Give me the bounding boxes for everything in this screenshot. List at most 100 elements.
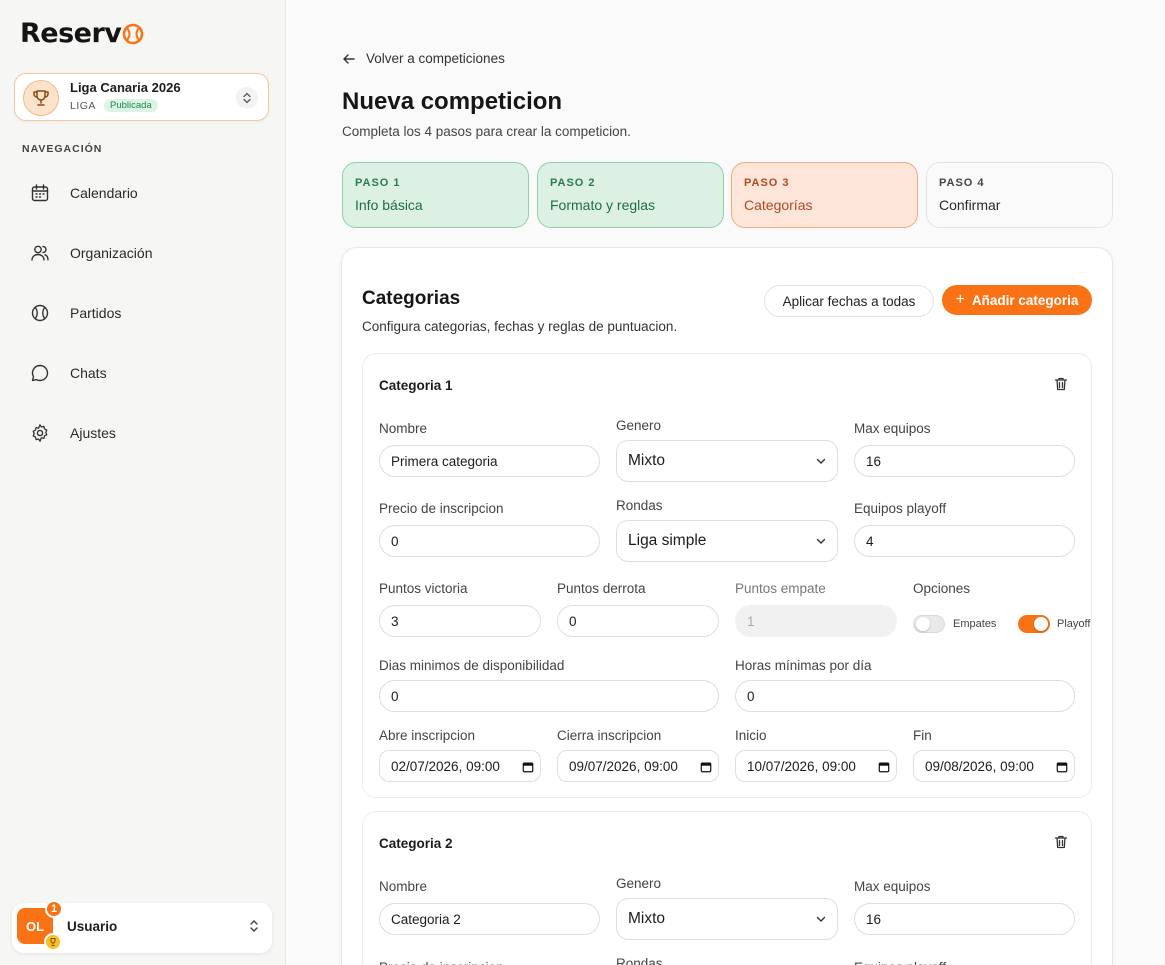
start-date-input[interactable]: 10/07/2026, 09:00 <box>735 750 897 782</box>
playoff-teams-input[interactable]: 4 <box>854 525 1075 557</box>
min-days-input[interactable]: 0 <box>379 680 719 712</box>
label-inicio: Inicio <box>735 728 767 743</box>
calendar-icon <box>698 760 712 774</box>
gender-select-value: Mixto <box>628 452 666 469</box>
sidebar-item-label: Calendario <box>70 185 138 201</box>
arrow-left-icon <box>343 53 355 64</box>
step-4[interactable]: PASO 4 Confirmar <box>926 162 1113 228</box>
category-title: Categoria 1 <box>379 378 453 393</box>
label-cierra: Cierra inscripcion <box>557 728 662 743</box>
gender-select[interactable]: Mixto <box>616 440 838 482</box>
page-subtitle: Completa los 4 pasos para crear la compe… <box>342 124 631 139</box>
tennis-ball-icon <box>123 23 144 44</box>
sidebar-item-ajustes[interactable]: Ajustes <box>20 413 270 453</box>
logo-text: Reserv <box>20 18 122 49</box>
label-puntos-empate: Puntos empate <box>735 581 826 596</box>
sidebar-item-label: Chats <box>70 365 107 381</box>
sidebar-item-label: Partidos <box>70 305 122 321</box>
loss-points-input[interactable]: 0 <box>557 605 719 637</box>
chevron-down-icon <box>816 458 826 464</box>
label-puntos-derrota: Puntos derrota <box>557 581 646 596</box>
apply-dates-button[interactable]: Aplicar fechas a todas <box>764 285 934 317</box>
sidebar-item-label: Organización <box>70 245 153 261</box>
calendar-icon <box>1054 760 1068 774</box>
registration-close-value: 09/07/2026, 09:00 <box>569 758 678 774</box>
back-link[interactable]: Volver a competiciones <box>342 51 505 66</box>
registration-open-value: 02/07/2026, 09:00 <box>391 758 500 774</box>
chevron-down-icon <box>816 538 826 544</box>
step-3[interactable]: PASO 3 Categorías <box>731 162 918 228</box>
trash-icon[interactable] <box>1053 376 1069 397</box>
max-teams-input[interactable]: 16 <box>854 445 1075 477</box>
chevron-updown-icon <box>248 918 260 939</box>
registration-close-input[interactable]: 09/07/2026, 09:00 <box>557 750 719 782</box>
step-2[interactable]: PASO 2 Formato y reglas <box>537 162 724 228</box>
label-nombre: Nombre <box>379 421 428 436</box>
calendar-icon <box>520 760 534 774</box>
sidebar-item-partidos[interactable]: Partidos <box>20 293 270 333</box>
section-subtitle: Configura categorias, fechas y reglas de… <box>362 319 678 334</box>
start-date-value: 10/07/2026, 09:00 <box>747 758 856 774</box>
label-equipos-playoff: Equipos playoff <box>854 960 946 965</box>
step-number: PASO 3 <box>744 177 790 189</box>
max-teams-input[interactable]: 16 <box>854 903 1075 935</box>
page-title: Nueva competicion <box>342 88 563 115</box>
step-1[interactable]: PASO 1 Info básica <box>342 162 529 228</box>
calendar-icon <box>20 183 60 203</box>
back-link-label: Volver a competiciones <box>366 51 505 66</box>
trophy-badge-icon <box>44 933 62 951</box>
label-rondas: Rondas <box>616 956 663 965</box>
gender-select-value: Mixto <box>628 910 666 927</box>
label-abre: Abre inscripcion <box>379 728 476 743</box>
app-logo[interactable]: Reserv <box>20 18 144 49</box>
ball-icon <box>20 303 60 323</box>
rounds-select-value: Liga simple <box>628 532 707 549</box>
name-input[interactable]: Categoria 2 <box>379 903 600 935</box>
playoff-toggle-label: Playoff <box>1057 618 1091 630</box>
step-label: Confirmar <box>939 197 1001 213</box>
chat-icon <box>20 363 60 383</box>
sidebar-item-calendario[interactable]: Calendario <box>20 173 270 213</box>
sidebar-item-organizacion[interactable]: Organización <box>20 233 270 273</box>
trophy-icon <box>23 80 59 116</box>
label-genero: Genero <box>616 876 662 891</box>
label-horas-minimas: Horas mínimas por día <box>735 658 872 673</box>
label-genero: Genero <box>616 418 662 433</box>
notification-badge: 1 <box>45 900 63 918</box>
categories-card: Categorias Configura categorias, fechas … <box>341 247 1113 965</box>
win-points-input[interactable]: 3 <box>379 605 541 637</box>
playoff-toggle[interactable] <box>1018 615 1050 633</box>
league-type: LIGA <box>70 100 96 112</box>
registration-open-input[interactable]: 02/07/2026, 09:00 <box>379 750 541 782</box>
league-name: Liga Canaria 2026 <box>70 80 181 95</box>
add-category-label: Añadir categoria <box>971 292 1079 308</box>
label-nombre: Nombre <box>379 879 428 894</box>
name-input[interactable]: Primera categoria <box>379 445 600 477</box>
gender-select[interactable]: Mixto <box>616 898 838 940</box>
label-precio: Precio de inscripcion <box>379 960 504 965</box>
label-max-equipos: Max equipos <box>854 879 931 894</box>
draw-points-input: 1 <box>735 605 897 637</box>
label-fin: Fin <box>913 728 932 743</box>
draws-toggle[interactable] <box>913 615 945 633</box>
sidebar-item-label: Ajustes <box>70 425 116 441</box>
label-dias-minimos: Dias minimos de disponibilidad <box>379 658 565 673</box>
gear-icon <box>20 423 60 443</box>
draws-toggle-label: Empates <box>953 618 997 630</box>
step-label: Info básica <box>355 197 423 213</box>
rounds-select[interactable]: Liga simple <box>616 520 838 562</box>
nav-section-title: NAVEGACIÓN <box>22 143 103 155</box>
trash-icon[interactable] <box>1053 834 1069 855</box>
plus-icon: + <box>955 291 965 308</box>
status-badge: Publicada <box>104 99 158 112</box>
price-input[interactable]: 0 <box>379 525 600 557</box>
step-number: PASO 1 <box>355 177 401 189</box>
sidebar-item-chats[interactable]: Chats <box>20 353 270 393</box>
end-date-input[interactable]: 09/08/2026, 09:00 <box>913 750 1075 782</box>
min-hours-input[interactable]: 0 <box>735 680 1075 712</box>
user-menu[interactable]: OL 1 Usuario <box>12 900 272 953</box>
end-date-value: 09/08/2026, 09:00 <box>925 758 1034 774</box>
add-category-button[interactable]: + Añadir categoria <box>942 285 1092 315</box>
step-label: Formato y reglas <box>550 197 656 213</box>
league-selector[interactable]: Liga Canaria 2026 LIGA Publicada <box>14 73 269 121</box>
